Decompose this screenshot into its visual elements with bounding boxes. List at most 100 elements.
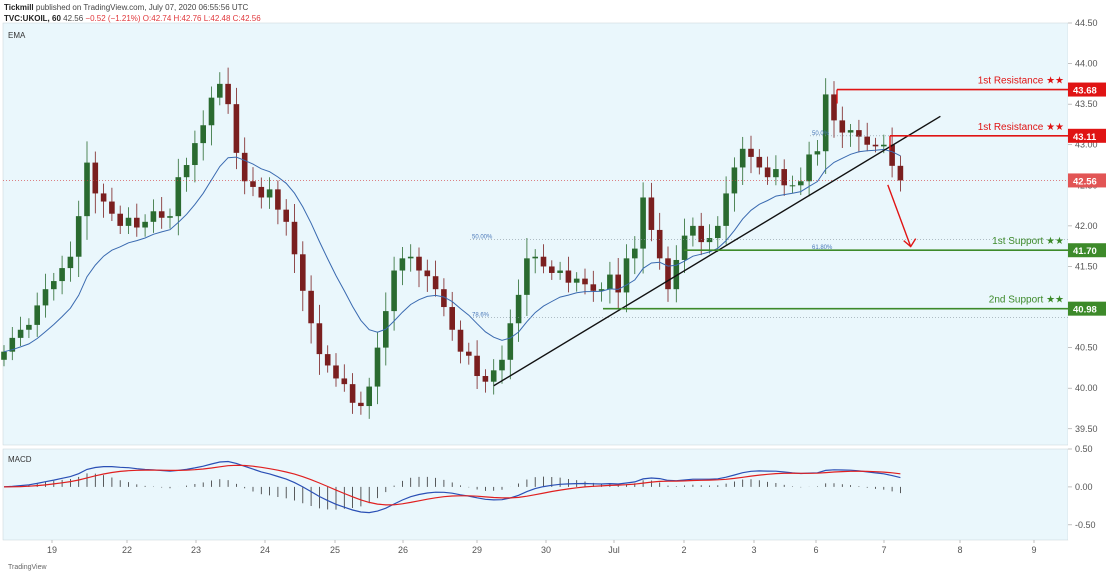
candle-body — [706, 238, 713, 243]
candle-body — [798, 181, 804, 186]
candle-body — [142, 221, 148, 228]
candle-body — [341, 378, 348, 385]
candle-body — [648, 197, 655, 230]
candle-body — [474, 355, 480, 377]
candle-body — [822, 94, 829, 152]
candle-body — [507, 323, 514, 360]
candle-body — [324, 354, 331, 366]
candle-body — [75, 216, 82, 257]
candle-body — [590, 284, 597, 291]
candle-body — [557, 270, 563, 273]
candle-body — [225, 83, 231, 105]
candle-body — [482, 376, 489, 382]
candle-body — [623, 258, 630, 293]
candle-body — [632, 248, 638, 259]
x-tick-label: 23 — [191, 545, 201, 555]
resistance-label: 1st Resistance ★★ — [978, 122, 1064, 133]
candle-body — [872, 144, 879, 147]
price-tag-label: 40.98 — [1073, 305, 1097, 316]
candle-body — [183, 165, 190, 178]
support-label: 1st Support ★★ — [992, 236, 1064, 247]
ema-label: EMA — [8, 31, 26, 40]
y-tick-label: 44.00 — [1075, 59, 1098, 69]
candle-body — [125, 217, 132, 226]
candle-body — [349, 384, 356, 403]
candle-body — [333, 365, 339, 379]
price-chart[interactable]: 44.5044.0043.5043.0042.5042.0041.5041.00… — [0, 0, 1110, 571]
candle-body — [756, 156, 763, 168]
candle-body — [457, 329, 464, 352]
candle-body — [781, 169, 787, 186]
candle-body — [275, 189, 281, 210]
candle-body — [109, 201, 115, 214]
candle-body — [582, 278, 588, 285]
y-tick-label: 40.00 — [1075, 383, 1098, 393]
candle-body — [432, 276, 439, 290]
x-tick-label: 2 — [681, 545, 686, 555]
x-tick-label: 30 — [541, 545, 551, 555]
candle-body — [549, 266, 555, 273]
candle-body — [399, 258, 406, 271]
candle-body — [134, 217, 140, 228]
candle-body — [100, 193, 107, 202]
candle-body — [424, 270, 431, 277]
x-tick-label: Jul — [608, 545, 620, 555]
candle-body — [640, 197, 646, 249]
candle-body — [524, 258, 530, 295]
candle-body — [490, 370, 497, 382]
candle-body — [374, 347, 381, 387]
y-tick-label: 44.50 — [1075, 18, 1098, 28]
candle-body — [789, 185, 796, 187]
candle-body — [316, 323, 323, 355]
x-tick-label: 26 — [398, 545, 408, 555]
candle-body — [690, 225, 696, 236]
candle-body — [814, 151, 821, 155]
candle-body — [150, 211, 157, 222]
candle-body — [565, 270, 572, 283]
candle-body — [92, 162, 99, 194]
candle-body — [573, 278, 580, 283]
candle-body — [897, 165, 904, 181]
candle-body — [175, 177, 182, 217]
candle-body — [881, 144, 887, 147]
x-tick-label: 22 — [122, 545, 132, 555]
price-tag-label: 43.11 — [1073, 132, 1097, 143]
candle-body — [515, 294, 522, 324]
y-tick-label: 40.50 — [1075, 343, 1098, 353]
candle-body — [233, 104, 240, 153]
candle-body — [158, 211, 165, 218]
candle-body — [291, 221, 298, 255]
macd-label: MACD — [8, 455, 32, 464]
candle-body — [59, 268, 65, 282]
price-tag-label: 41.70 — [1073, 246, 1097, 257]
candle-body — [715, 225, 721, 239]
candle-body — [167, 216, 173, 218]
y-tick-label: 39.50 — [1075, 424, 1098, 434]
candle-body — [51, 281, 57, 290]
candle-body — [42, 289, 49, 306]
x-tick-label: 24 — [260, 545, 270, 555]
candle-body — [366, 386, 372, 407]
x-tick-label: 19 — [47, 545, 57, 555]
x-tick-label: 25 — [330, 545, 340, 555]
candle-body — [449, 307, 455, 330]
candle-body — [656, 229, 663, 259]
x-tick-label: 6 — [813, 545, 818, 555]
candle-body — [300, 254, 306, 291]
candle-body — [34, 305, 40, 325]
candle-body — [241, 152, 248, 182]
fib-label: 78.6% — [472, 313, 490, 319]
price-pane — [2, 22, 1069, 446]
y-tick-label: 43.50 — [1075, 99, 1098, 109]
candle-body — [540, 256, 547, 267]
candle-body — [266, 189, 273, 198]
candle-body — [773, 169, 779, 178]
candle-body — [723, 193, 729, 226]
support-label: 2nd Support ★★ — [989, 295, 1064, 306]
candle-body — [806, 154, 812, 182]
candle-body — [84, 162, 90, 217]
candle-body — [117, 213, 123, 226]
fib-label: 50.00% — [472, 235, 493, 241]
candle-body — [1, 351, 7, 360]
x-tick-label: 29 — [472, 545, 482, 555]
